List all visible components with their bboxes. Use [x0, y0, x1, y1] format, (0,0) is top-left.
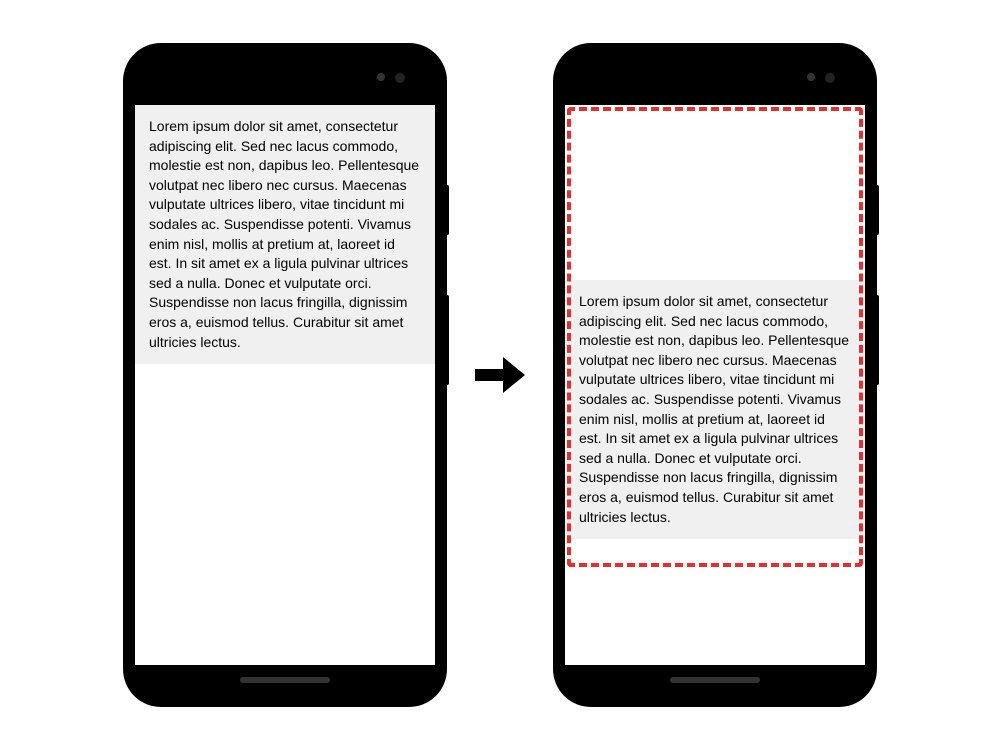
- content-text-block: Lorem ipsum dolor sit amet, consectetur …: [135, 105, 435, 364]
- phone-chin: [565, 665, 865, 695]
- speaker-grille-icon: [670, 677, 760, 683]
- camera-sensor-icon: [377, 73, 385, 81]
- phone-screen: Lorem ipsum dolor sit amet, consectetur …: [135, 105, 435, 665]
- phone-mockup-before: Lorem ipsum dolor sit amet, consectetur …: [125, 45, 445, 705]
- phone-status-bar: [135, 55, 435, 105]
- content-text-block: Lorem ipsum dolor sit amet, consectetur …: [565, 280, 865, 539]
- camera-sensor-icon: [395, 73, 405, 83]
- camera-sensor-icon: [825, 73, 835, 83]
- phone-chin: [135, 665, 435, 695]
- phone-side-button: [875, 185, 879, 235]
- phone-side-button: [875, 295, 879, 385]
- phone-mockup-after: Lorem ipsum dolor sit amet, consectetur …: [555, 45, 875, 705]
- phone-frame: Lorem ipsum dolor sit amet, consectetur …: [135, 55, 435, 695]
- camera-sensor-icon: [807, 73, 815, 81]
- phone-frame: Lorem ipsum dolor sit amet, consectetur …: [565, 55, 865, 695]
- arrow-right-icon: [475, 350, 525, 400]
- phone-side-button: [445, 185, 449, 235]
- phone-status-bar: [565, 55, 865, 105]
- phone-side-button: [445, 295, 449, 385]
- phone-screen: Lorem ipsum dolor sit amet, consectetur …: [565, 105, 865, 665]
- speaker-grille-icon: [240, 677, 330, 683]
